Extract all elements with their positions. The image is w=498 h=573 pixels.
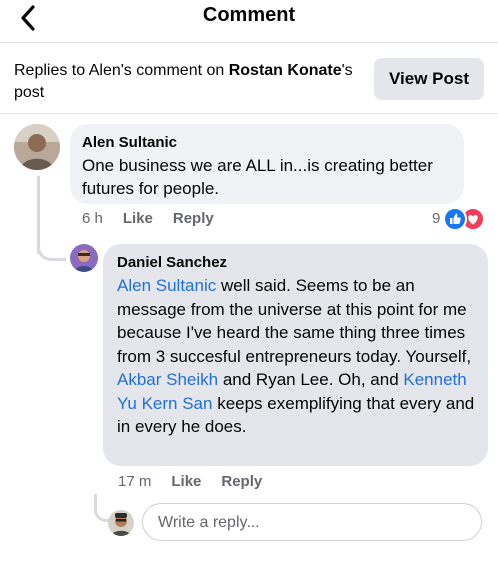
- reply-time: 17 m: [118, 473, 152, 490]
- divider: [0, 42, 498, 43]
- reply-text: Alen Sultanic well said. Seems to be an …: [117, 274, 477, 439]
- comment-bubble: Alen Sultanic One business we are ALL in…: [70, 124, 464, 204]
- reply-input[interactable]: [156, 504, 460, 542]
- comment-actions: 6 h Like Reply: [82, 210, 234, 227]
- reply-button[interactable]: Reply: [173, 210, 214, 227]
- reply-button[interactable]: Reply: [221, 473, 262, 490]
- comment-author[interactable]: Alen Sultanic: [82, 134, 177, 151]
- mention-link[interactable]: Alen Sultanic: [117, 276, 216, 295]
- thread-connector: [37, 232, 66, 261]
- view-post-button[interactable]: View Post: [374, 58, 484, 100]
- header-bar: Comment: [0, 0, 498, 40]
- reply-text-part: and Ryan Lee. Oh, and: [218, 370, 404, 389]
- mention-link[interactable]: Akbar Sheikh: [117, 370, 218, 389]
- comment-text: One business we are ALL in...is creating…: [82, 156, 433, 198]
- divider: [0, 113, 498, 114]
- avatar-alen[interactable]: [14, 124, 60, 170]
- post-owner-name[interactable]: Rostan Konate: [229, 62, 342, 79]
- context-prefix: Replies to Alen's comment on: [14, 62, 229, 79]
- reply-actions: 17 m Like Reply: [118, 473, 282, 490]
- reply-composer[interactable]: [142, 503, 482, 542]
- like-button[interactable]: Like: [123, 210, 153, 227]
- like-icon: [443, 207, 467, 231]
- page-title: Comment: [202, 4, 296, 26]
- reply-author[interactable]: Daniel Sanchez: [117, 254, 227, 271]
- avatar-current-user[interactable]: [108, 510, 134, 536]
- like-button[interactable]: Like: [171, 473, 201, 490]
- reply-bubble: Daniel Sanchez Alen Sultanic well said. …: [103, 244, 488, 466]
- comment-time: 6 h: [82, 210, 103, 227]
- reaction-count[interactable]: 9: [432, 210, 440, 227]
- avatar-daniel[interactable]: [70, 244, 98, 272]
- context-text: Replies to Alen's comment on Rostan Kona…: [14, 60, 354, 104]
